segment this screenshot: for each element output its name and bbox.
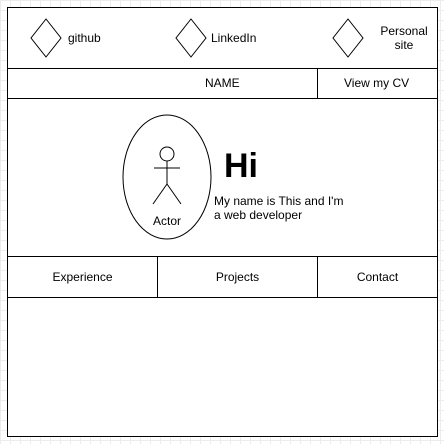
header-divider (7, 68, 438, 69)
diamond-icon (175, 18, 207, 58)
avatar-label: Actor (153, 214, 182, 228)
personal-site-label-line1: Personal (380, 24, 428, 38)
nav-experience[interactable]: Experience (8, 270, 157, 284)
name-heading: NAME (205, 76, 240, 90)
personal-site-label-line2: site (394, 38, 414, 52)
linkedin-link-label: LinkedIn (211, 31, 257, 45)
view-cv-button[interactable]: View my CV (344, 76, 409, 90)
diamond-icon (30, 18, 62, 58)
github-link-label: github (68, 31, 101, 45)
intro-line-2: a web developer (214, 208, 303, 222)
cv-divider (317, 68, 318, 98)
name-bar-divider (7, 98, 438, 99)
greeting-heading: Hi (224, 147, 258, 185)
hero-divider (7, 256, 438, 257)
nav-contact[interactable]: Contact (318, 270, 437, 284)
nav-projects[interactable]: Projects (158, 270, 317, 284)
content-area (8, 298, 437, 436)
diamond-icon (332, 18, 364, 58)
intro-line-1: My name is This and I'm (214, 194, 344, 208)
